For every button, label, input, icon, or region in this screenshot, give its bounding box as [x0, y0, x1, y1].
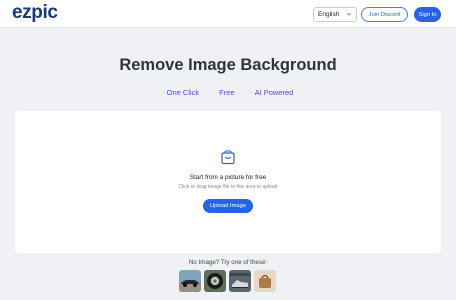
feature-list: · One Click · Free · AI Powered	[0, 88, 456, 97]
sample-image-bag[interactable]	[254, 270, 276, 292]
feature-free: · Free	[215, 88, 234, 97]
page-title: Remove Image Background	[119, 56, 337, 74]
bullet-icon: ·	[162, 89, 165, 96]
chevron-down-icon	[346, 12, 352, 16]
top-bar: ezpic English Join Discord Sign In	[0, 0, 456, 28]
upload-title: Start from a picture for free	[189, 174, 267, 181]
upload-dropzone[interactable]	[15, 111, 441, 253]
bullet-icon: ·	[215, 89, 218, 96]
logo[interactable]: ezpic	[12, 2, 58, 24]
sample-label: No Image? Try one of these:	[188, 259, 268, 266]
language-select[interactable]: English	[313, 7, 357, 22]
feature-one-click: · One Click	[163, 88, 200, 97]
sample-image-shoes[interactable]	[229, 270, 251, 292]
join-discord-button[interactable]: Join Discord	[361, 7, 408, 22]
sample-image-car[interactable]	[179, 270, 201, 292]
sign-in-button[interactable]: Sign In	[414, 7, 441, 22]
sample-images	[179, 270, 276, 292]
feature-label: AI Powered	[254, 88, 294, 97]
upload-image-button[interactable]: Upload Image	[203, 199, 253, 213]
bullet-icon: ·	[250, 89, 253, 96]
upload-subtitle: Click or drag image file to this area to…	[178, 184, 278, 190]
feature-ai-powered: · AI Powered	[251, 88, 294, 97]
sample-image-tire[interactable]	[204, 270, 226, 292]
feature-label: One Click	[166, 88, 200, 97]
bag-icon	[221, 150, 235, 165]
feature-label: Free	[219, 88, 235, 97]
language-select-value: English	[318, 11, 340, 18]
